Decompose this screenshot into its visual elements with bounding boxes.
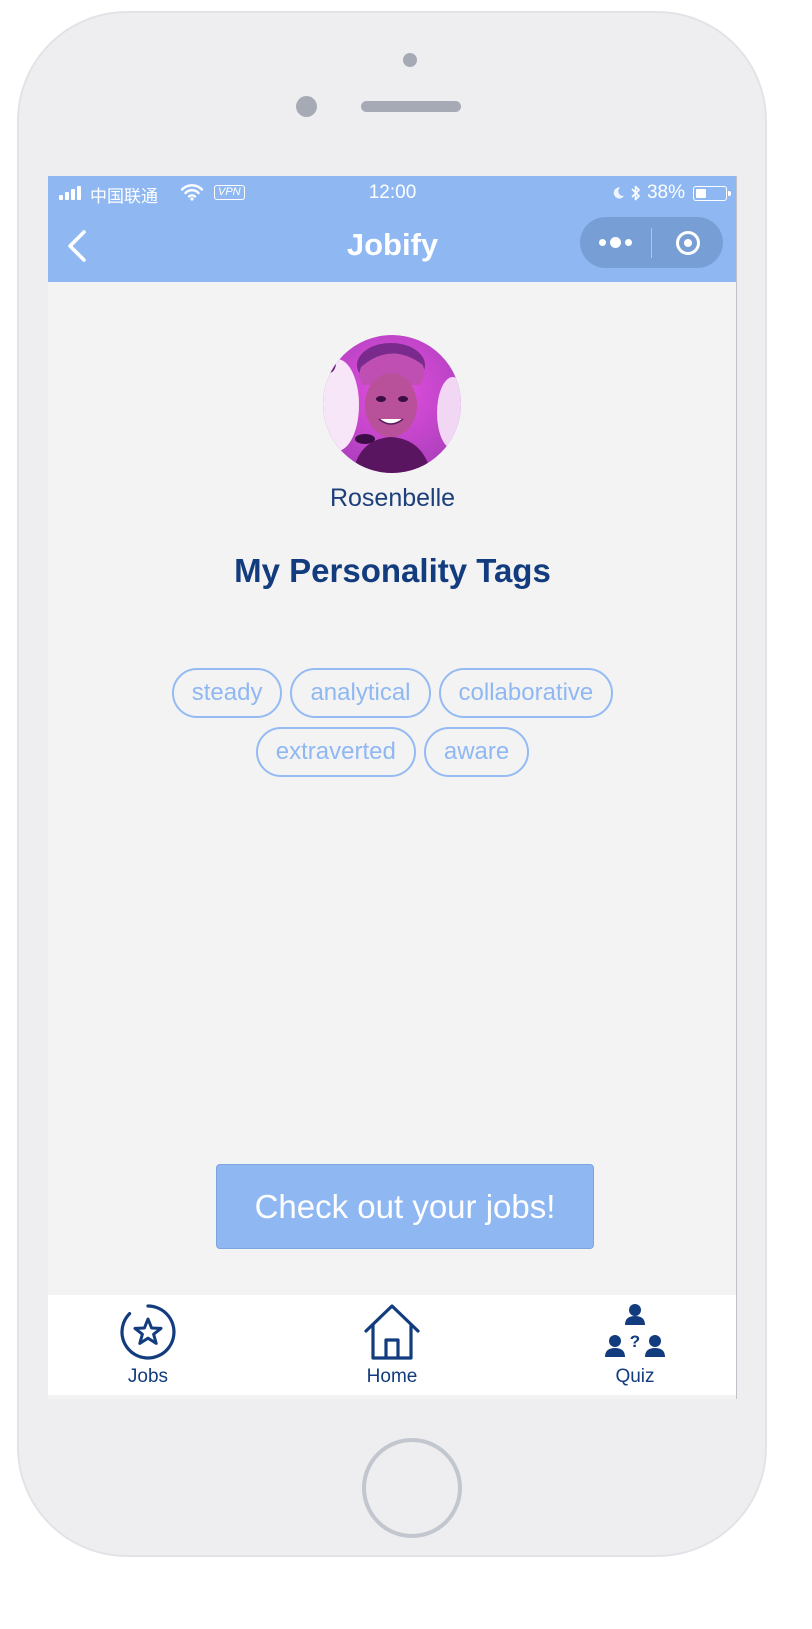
people-question-icon: ? bbox=[565, 1303, 705, 1361]
front-camera bbox=[403, 53, 417, 67]
username: Rosenbelle bbox=[329, 484, 456, 512]
personality-tags-list: steady analytical collaborative extraver… bbox=[148, 668, 637, 777]
earpiece-speaker bbox=[361, 101, 461, 112]
mini-program-capsule bbox=[580, 217, 723, 268]
tab-jobs-label: Jobs bbox=[127, 1366, 169, 1387]
tab-jobs[interactable]: Jobs bbox=[78, 1295, 218, 1395]
check-out-jobs-button[interactable]: Check out your jobs! bbox=[216, 1164, 594, 1249]
tab-home-label: Home bbox=[366, 1366, 418, 1387]
close-mini-program-button[interactable] bbox=[652, 217, 723, 268]
more-dots-icon bbox=[599, 239, 606, 246]
tag-analytical: analytical bbox=[290, 668, 431, 718]
target-circle-icon bbox=[675, 230, 700, 255]
battery-icon bbox=[693, 185, 731, 201]
status-right-group: 38% bbox=[612, 182, 731, 204]
tab-quiz-label: Quiz bbox=[615, 1366, 655, 1387]
battery-level-fill bbox=[696, 188, 707, 198]
do-not-disturb-moon-icon bbox=[613, 187, 625, 199]
tag-aware: aware bbox=[423, 727, 530, 777]
svg-text:?: ? bbox=[630, 1332, 640, 1351]
bluetooth-icon bbox=[631, 185, 640, 201]
tag-collaborative: collaborative bbox=[438, 668, 614, 718]
home-hardware-button[interactable] bbox=[362, 1438, 462, 1538]
house-icon bbox=[322, 1303, 462, 1361]
personality-tags-heading: My Personality Tags bbox=[234, 552, 551, 589]
tag-extraverted: extraverted bbox=[255, 727, 416, 777]
profile-photo bbox=[323, 335, 461, 473]
navigation-bar: Jobify bbox=[48, 210, 736, 282]
app-screen: 中国联通 VPN 12:00 38% Jobify Rosenbelle My … bbox=[48, 176, 737, 1399]
tab-bar: Jobs Home ? Quiz bbox=[48, 1295, 736, 1395]
tab-home[interactable]: Home bbox=[322, 1295, 462, 1395]
proximity-sensor bbox=[296, 96, 317, 117]
tag-steady: steady bbox=[171, 668, 283, 718]
more-options-button[interactable] bbox=[580, 217, 651, 268]
avatar bbox=[323, 335, 461, 473]
status-bar: 中国联通 VPN 12:00 38% bbox=[48, 176, 736, 210]
star-circle-icon bbox=[78, 1303, 218, 1361]
tab-quiz[interactable]: ? Quiz bbox=[565, 1295, 705, 1395]
battery-percentage: 38% bbox=[646, 182, 685, 203]
